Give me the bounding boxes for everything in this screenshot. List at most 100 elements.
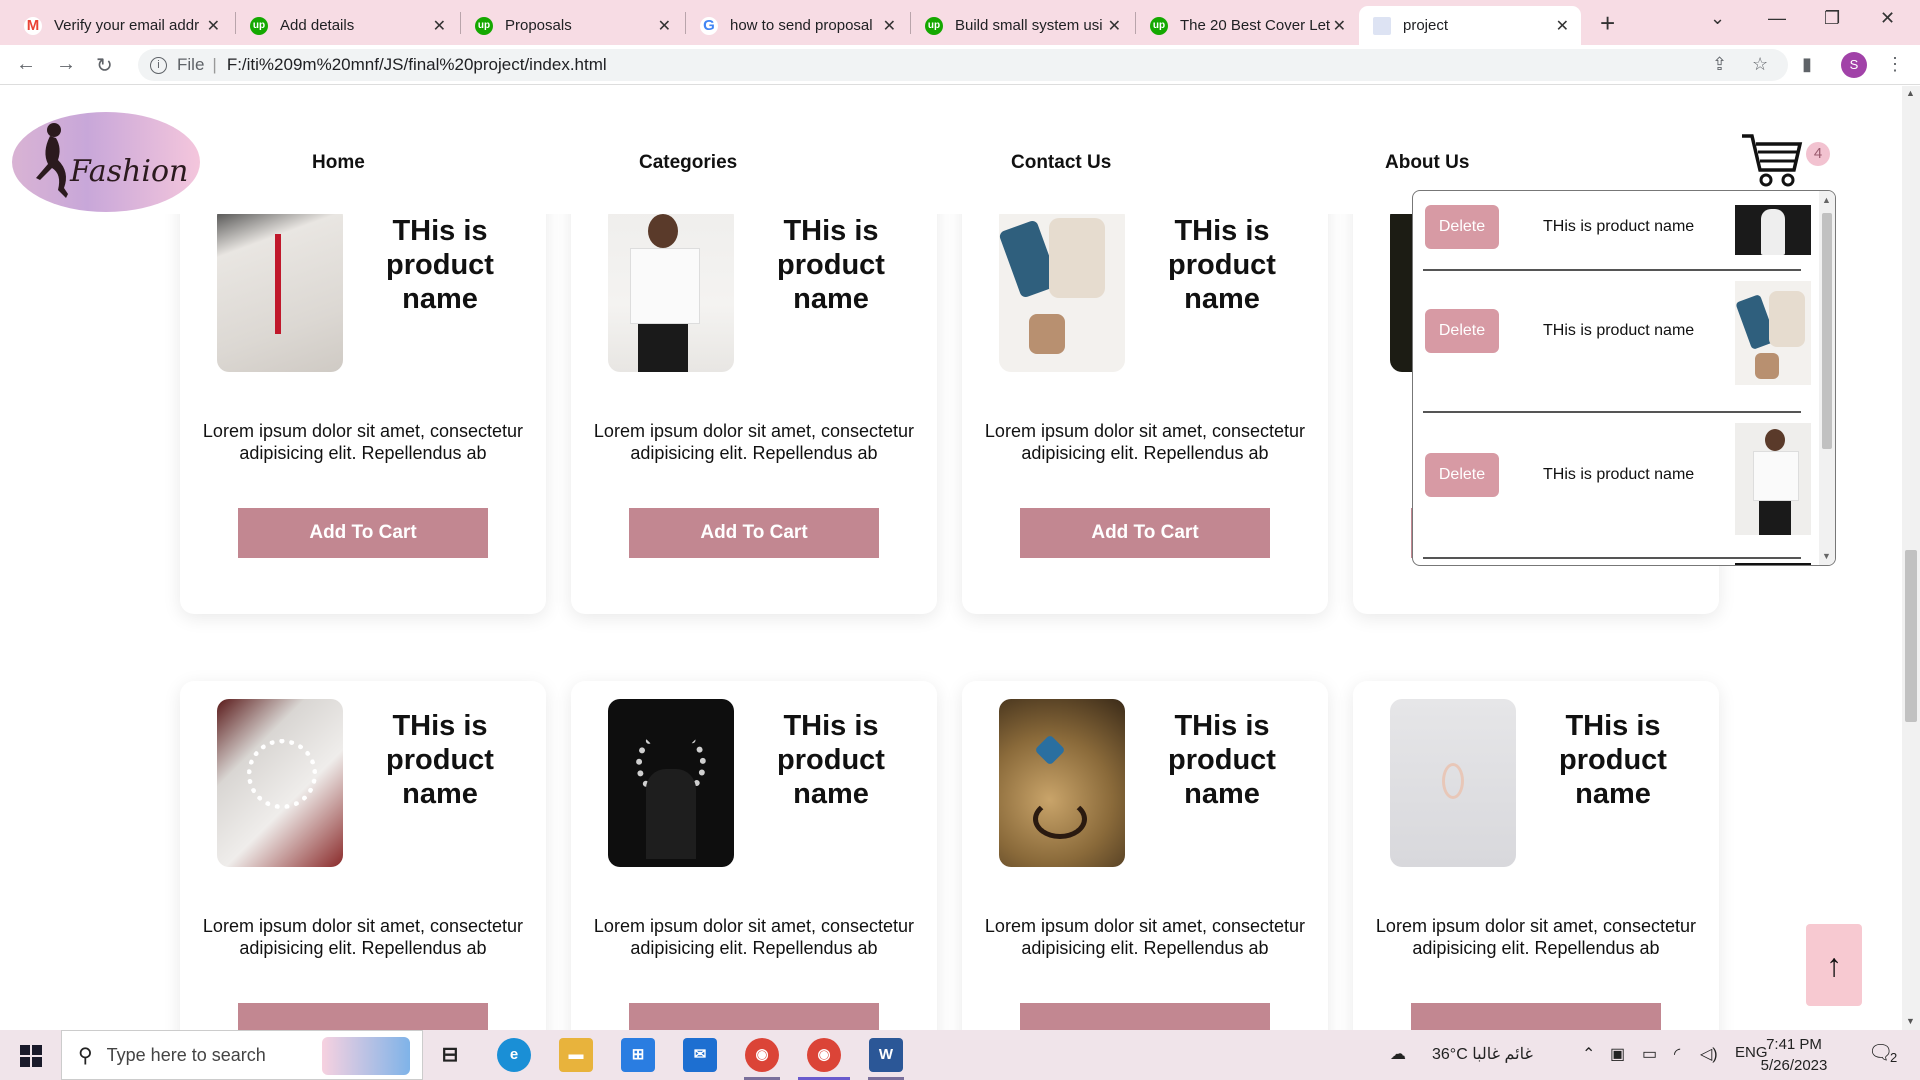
page-scrollbar[interactable]: ▲ ▼	[1902, 86, 1920, 1030]
add-to-cart-button[interactable]: Add To Cart	[238, 508, 488, 558]
tab-title: The 20 Best Cover Let	[1180, 17, 1330, 34]
file-explorer-icon[interactable]: ▬	[559, 1038, 593, 1072]
product-card: THis is product name Lorem ipsum dolor s…	[571, 182, 937, 614]
close-tab-icon[interactable]: ✕	[433, 16, 446, 36]
chrome-icon[interactable]: ◉	[745, 1038, 779, 1072]
search-highlight-icon	[322, 1037, 410, 1075]
shopping-cart-icon[interactable]	[1740, 130, 1806, 195]
close-tab-icon[interactable]: ✕	[883, 16, 896, 36]
cart-dropdown: Delete THis is product name Delete THis …	[1412, 190, 1836, 566]
add-to-cart-button[interactable]: Add To Cart	[1020, 508, 1270, 558]
add-to-cart-button[interactable]: Add To Cart	[629, 508, 879, 558]
volume-icon[interactable]: ◁)	[1700, 1044, 1718, 1064]
edge-icon[interactable]: e	[497, 1038, 531, 1072]
restore-icon[interactable]: ❐	[1824, 8, 1840, 29]
close-tab-icon[interactable]: ✕	[1108, 16, 1121, 36]
profile-avatar[interactable]: S	[1841, 52, 1867, 78]
word-icon[interactable]: W	[869, 1038, 903, 1072]
address-bar[interactable]: i File | F:/iti%209m%20mnf/JS/final%20pr…	[138, 49, 1788, 81]
windows-taskbar: ⚲ Type here to search ⊟ e ▬ ⊞ ✉ ◉ ◉ W ☁ …	[0, 1030, 1920, 1080]
close-window-icon[interactable]: ✕	[1880, 8, 1895, 29]
tray-chevron-icon[interactable]: ⌃	[1582, 1044, 1595, 1064]
tab-build-system[interactable]: up Build small system usi ✕	[911, 6, 1133, 45]
add-to-cart-button[interactable]	[238, 1003, 488, 1030]
tab-title: project	[1403, 17, 1449, 34]
cart-item-name: THis is product name	[1543, 218, 1695, 235]
product-name: THis is product name	[1168, 710, 1276, 810]
weather-icon[interactable]: ☁	[1390, 1044, 1406, 1064]
info-icon[interactable]: i	[150, 56, 167, 74]
cart-item-image-tshirt-model	[1735, 423, 1811, 535]
product-image-fleece-jacket	[217, 204, 343, 372]
product-card: THis is product name Lorem ipsum dolor s…	[180, 182, 546, 614]
reload-icon[interactable]: ↻	[96, 53, 113, 78]
mail-icon[interactable]: ✉	[683, 1038, 717, 1072]
logo-text: Fashion	[70, 154, 189, 189]
meet-icon[interactable]: ▣	[1610, 1044, 1625, 1064]
tab-gmail[interactable]: M Verify your email addr ✕	[10, 6, 232, 45]
wifi-icon[interactable]: ◜	[1674, 1044, 1680, 1064]
nav-categories[interactable]: Categories	[639, 152, 737, 174]
tab-google-search[interactable]: G how to send proposal ✕	[686, 6, 908, 45]
browser-tab-strip: M Verify your email addr ✕ up Add detail…	[0, 0, 1920, 45]
add-to-cart-button[interactable]	[1020, 1003, 1270, 1030]
close-tab-icon[interactable]: ✕	[1333, 16, 1346, 36]
tab-project-active[interactable]: project ✕	[1359, 6, 1581, 45]
bookmark-star-icon[interactable]: ☆	[1752, 54, 1768, 75]
minimize-icon[interactable]: —	[1768, 8, 1786, 29]
close-tab-icon[interactable]: ✕	[1556, 16, 1569, 36]
product-description: Lorem ipsum dolor sit amet, consectetur …	[593, 421, 915, 463]
tab-add-details[interactable]: up Add details ✕	[236, 6, 458, 45]
tab-cover-letters[interactable]: up The 20 Best Cover Let ✕	[1136, 6, 1358, 45]
delete-button[interactable]: Delete	[1425, 453, 1499, 497]
cart-item-name: THis is product name	[1543, 322, 1695, 339]
brand-logo[interactable]: Fashion	[12, 112, 200, 212]
close-tab-icon[interactable]: ✕	[658, 16, 671, 36]
product-description: Lorem ipsum dolor sit amet, consectetur …	[984, 421, 1306, 463]
system-clock[interactable]: 7:41 PM 5/26/2023	[1754, 1034, 1834, 1076]
back-icon[interactable]: ←	[16, 53, 36, 76]
scroll-to-top-button[interactable]: ↑	[1806, 924, 1862, 1006]
windows-start-icon[interactable]	[20, 1045, 42, 1067]
nav-about-us[interactable]: About Us	[1385, 152, 1469, 174]
tab-title: how to send proposal	[730, 17, 873, 34]
scheme-label: File	[177, 55, 205, 74]
page-icon	[1373, 16, 1391, 35]
product-card: THis is product name Lorem ipsum dolor s…	[962, 182, 1328, 614]
share-icon[interactable]: ⇪	[1712, 54, 1727, 75]
microsoft-store-icon[interactable]: ⊞	[621, 1038, 655, 1072]
delete-button[interactable]: Delete	[1425, 205, 1499, 249]
side-panel-icon[interactable]: ▮	[1802, 54, 1812, 75]
nav-home[interactable]: Home	[312, 152, 365, 174]
cart-scrollbar[interactable]: ▲ ▼	[1819, 191, 1835, 565]
delete-button[interactable]: Delete	[1425, 309, 1499, 353]
url-text[interactable]: F:/iti%209m%20mnf/JS/final%20project/ind…	[227, 55, 607, 75]
add-to-cart-button[interactable]	[629, 1003, 879, 1030]
chrome-icon[interactable]: ◉	[807, 1038, 841, 1072]
new-tab-icon[interactable]: +	[1600, 8, 1615, 39]
product-card: THis is product name Lorem ipsum dolor s…	[571, 681, 937, 1030]
gmail-icon: M	[24, 16, 42, 35]
cart-item: Delete THis is product name	[1423, 205, 1811, 275]
cart-item: Delete THis is product name	[1423, 423, 1811, 565]
cart-item-image-outfit-flatlay	[1735, 281, 1811, 385]
tab-search-icon[interactable]: ⌄	[1710, 8, 1725, 29]
menu-dots-icon[interactable]: ⋮	[1886, 54, 1904, 75]
weather-text[interactable]: 36°C غائم غالبا	[1432, 1044, 1533, 1064]
product-name: THis is product name	[386, 710, 494, 810]
cart-item-name: THis is product name	[1543, 466, 1695, 483]
tab-title: Proposals	[505, 17, 572, 34]
product-image-pearl-necklace	[217, 699, 343, 867]
tab-proposals[interactable]: up Proposals ✕	[461, 6, 683, 45]
product-card: THis is product name Lorem ipsum dolor s…	[180, 681, 546, 1030]
close-tab-icon[interactable]: ✕	[207, 16, 220, 36]
nav-contact-us[interactable]: Contact Us	[1011, 152, 1111, 174]
battery-icon[interactable]: ▭	[1642, 1044, 1657, 1064]
add-to-cart-button[interactable]	[1411, 1003, 1661, 1030]
product-description: Lorem ipsum dolor sit amet, consectetur …	[593, 916, 915, 958]
clock-time: 7:41 PM	[1766, 1036, 1822, 1053]
task-view-icon[interactable]: ⊟	[433, 1038, 467, 1072]
product-name: THis is product name	[1168, 215, 1276, 315]
forward-icon[interactable]: →	[56, 53, 76, 76]
taskbar-search[interactable]: ⚲ Type here to search	[61, 1030, 423, 1080]
